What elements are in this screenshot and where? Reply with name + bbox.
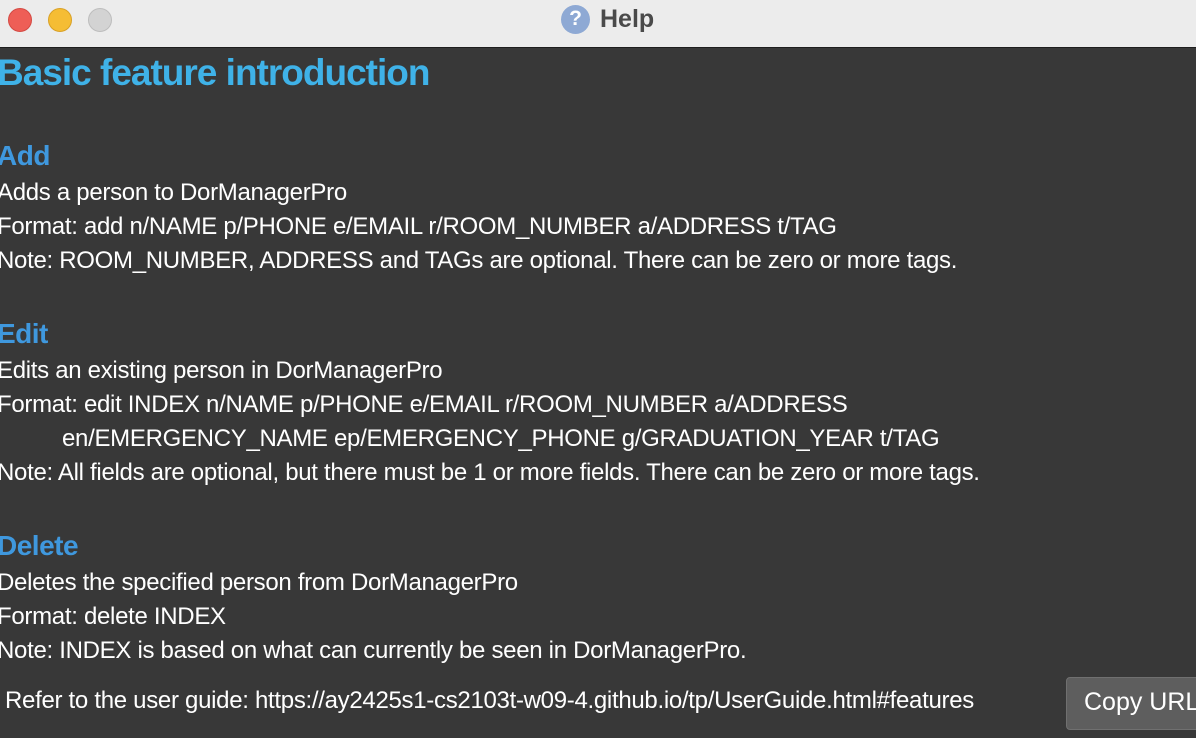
section-format-continuation-edit: en/EMERGENCY_NAME ep/EMERGENCY_PHONE g/G… [62,425,940,452]
window-title-group: ? Help [561,4,654,34]
section-title-delete: Delete [0,530,79,561]
help-window: ? Help Basic feature introduction Add Ad… [0,0,1196,738]
section-title-add: Add [0,140,50,171]
title-bar: ? Help [0,0,1196,48]
close-window-button[interactable] [8,8,32,32]
zoom-window-button[interactable] [88,8,112,32]
section-description-edit: Edits an existing person in DorManagerPr… [0,357,443,384]
section-title-edit: Edit [0,318,48,349]
section-description-add: Adds a person to DorManagerPro [0,179,347,206]
section-description-delete: Deletes the specified person from DorMan… [0,569,518,596]
minimize-window-button[interactable] [48,8,72,32]
section-format-edit: Format: edit INDEX n/NAME p/PHONE e/EMAI… [0,391,848,418]
page-heading: Basic feature introduction [0,52,430,93]
window-title: Help [600,4,655,33]
section-note-delete: Note: INDEX is based on what can current… [0,637,747,664]
user-guide-url-text: Refer to the user guide: https://ay2425s… [5,687,974,714]
section-note-edit: Note: All fields are optional, but there… [0,459,980,486]
section-note-add: Note: ROOM_NUMBER, ADDRESS and TAGs are … [0,247,958,274]
section-format-add: Format: add n/NAME p/PHONE e/EMAIL r/ROO… [0,213,837,240]
section-format-delete: Format: delete INDEX [0,603,226,630]
copy-url-button[interactable]: Copy URL [1066,677,1196,730]
help-question-icon: ? [561,4,590,34]
